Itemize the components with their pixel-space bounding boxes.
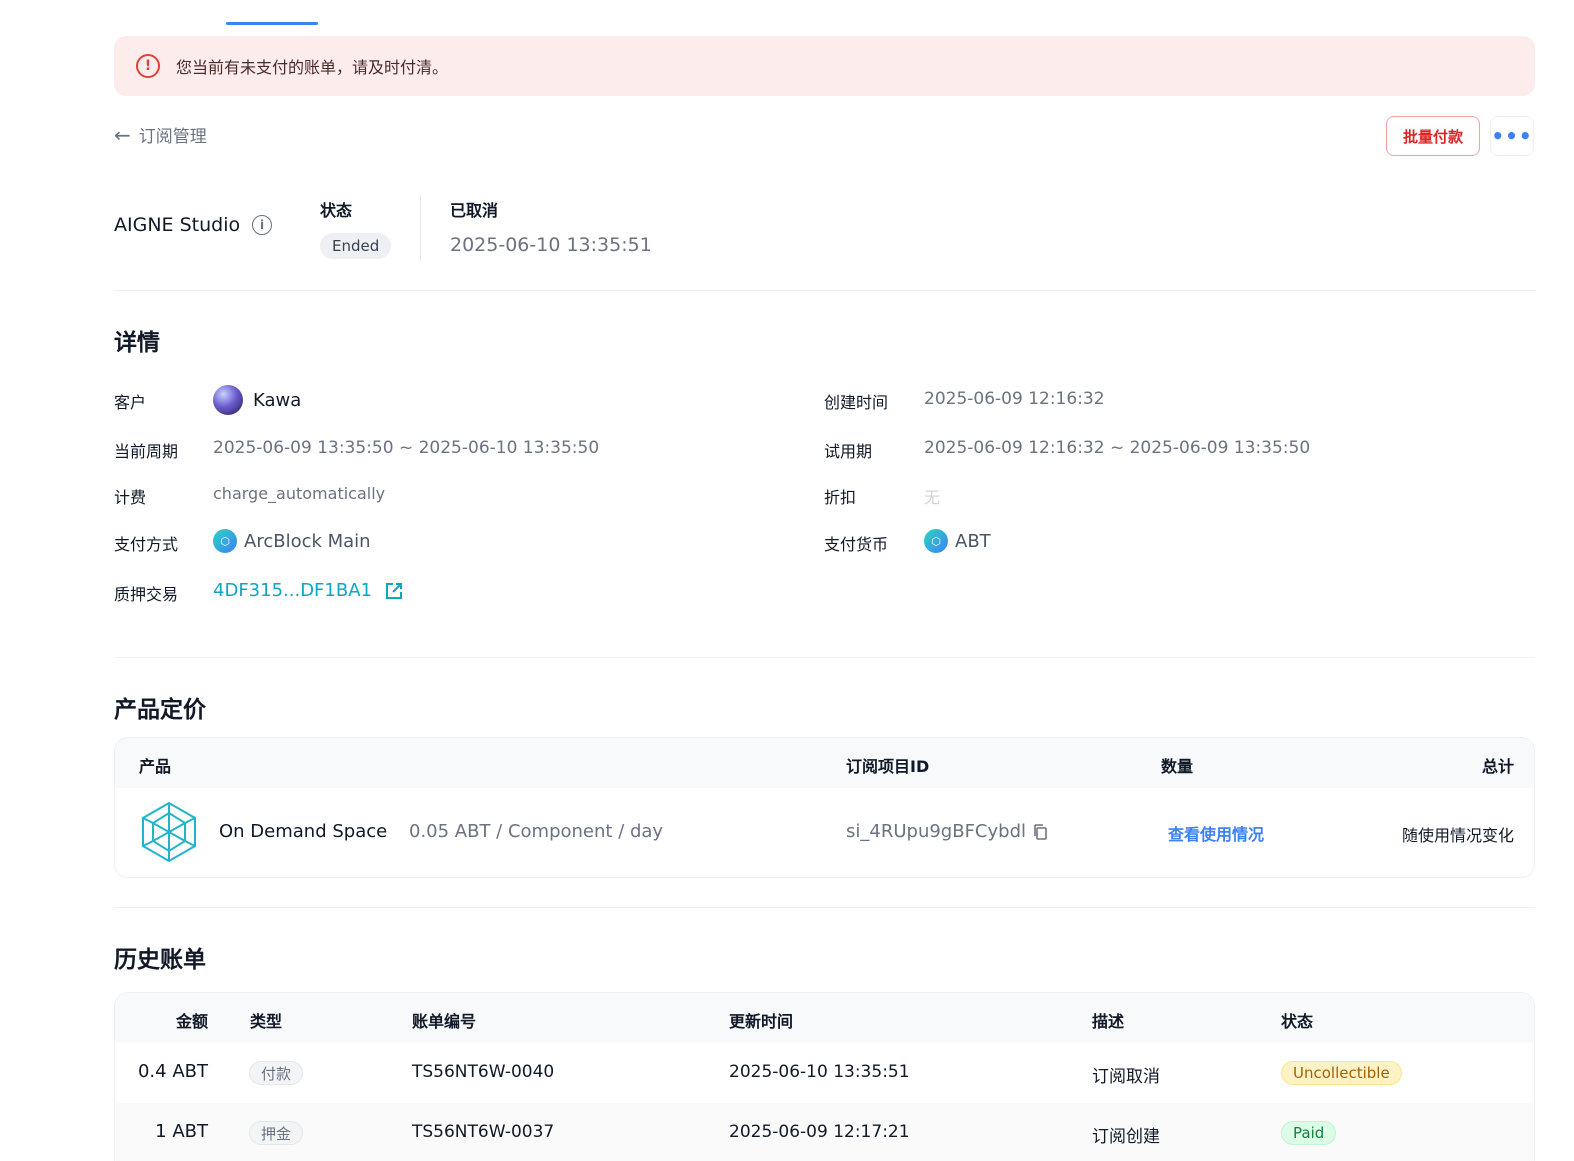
alert-circle-icon: ! <box>136 54 160 78</box>
status-badge: Paid <box>1281 1121 1337 1145</box>
type-badge: 付款 <box>249 1061 304 1085</box>
avatar <box>213 385 243 415</box>
cancelled-label: 已取消 <box>450 201 499 220</box>
invoices-title: 历史账单 <box>114 947 206 973</box>
active-tab-indicator <box>226 22 318 25</box>
created-value: 2025-06-09 12:16:32 <box>924 389 1105 409</box>
batch-pay-button[interactable]: 批量付款 <box>1386 116 1480 156</box>
amount-cell: 0.4 ABT <box>137 1061 208 1082</box>
created-label: 创建时间 <box>824 393 889 412</box>
back-link[interactable]: ← 订阅管理 <box>114 122 207 148</box>
currency-value: ⬡ ABT <box>924 529 991 553</box>
header-product: 产品 <box>139 757 172 776</box>
type-cell: 付款 <box>249 1061 304 1085</box>
abt-token-icon: ⬡ <box>924 529 948 553</box>
period-label: 当前周期 <box>114 442 179 461</box>
status-badge: Ended <box>320 233 392 259</box>
pricing-table: 产品 订阅项目ID 数量 总计 On Demand Space 0.05 ABT… <box>114 737 1535 878</box>
desc-cell: 订阅取消 <box>1092 1067 1160 1087</box>
unpaid-alert: ! 您当前有未支付的账单，请及时付清。 <box>114 36 1535 96</box>
type-badge: 押金 <box>249 1121 304 1145</box>
table-row[interactable]: 0.4 ABT 付款 TS56NT6W-0040 2025-06-10 13:3… <box>115 1043 1534 1103</box>
invoice-number-link[interactable]: TS56NT6W-0040 <box>412 1062 554 1082</box>
currency-name: ABT <box>955 530 991 552</box>
customer-label: 客户 <box>114 393 147 412</box>
customer-value[interactable]: Kawa <box>213 385 301 415</box>
discount-label: 折扣 <box>824 488 857 507</box>
header-number: 账单编号 <box>412 1012 477 1031</box>
pricing-title: 产品定价 <box>114 697 206 723</box>
arrow-left-icon: ← <box>114 122 131 147</box>
updated-cell: 2025-06-10 13:35:51 <box>729 1062 910 1082</box>
period-value: 2025-06-09 13:35:50 ~ 2025-06-10 13:35:5… <box>213 438 600 458</box>
status-cell: Uncollectible <box>1281 1061 1402 1085</box>
product-name: On Demand Space <box>219 821 388 842</box>
header-type: 类型 <box>250 1012 283 1031</box>
divider <box>114 290 1535 291</box>
item-id-cell: si_4RUpu9gBFCybdl <box>846 821 1048 842</box>
alert-text: 您当前有未支付的账单，请及时付清。 <box>176 58 449 77</box>
stake-tx-value: 4DF315...DF1BA1 <box>213 580 372 601</box>
details-title: 详情 <box>114 330 160 356</box>
desc-cell: 订阅创建 <box>1092 1127 1160 1147</box>
status-cell: Paid <box>1281 1121 1337 1145</box>
total-value: 随使用情况变化 <box>1401 826 1514 845</box>
copy-icon[interactable] <box>1032 823 1048 841</box>
info-icon[interactable]: i <box>252 215 273 235</box>
arcblock-icon: ⬡ <box>213 529 237 553</box>
header-total: 总计 <box>1481 757 1514 776</box>
more-options-button[interactable]: ••• <box>1490 116 1534 156</box>
external-link-icon <box>385 582 402 599</box>
invoice-number-link[interactable]: TS56NT6W-0037 <box>412 1122 554 1142</box>
table-row: On Demand Space 0.05 ABT / Component / d… <box>115 788 1534 877</box>
view-usage-link[interactable]: 查看使用情况 <box>1168 821 1264 845</box>
product-name: AIGNE Studio <box>114 214 241 236</box>
table-row[interactable]: 1 ABT 押金 TS56NT6W-0037 2025-06-09 12:17:… <box>115 1103 1534 1161</box>
back-label: 订阅管理 <box>138 127 207 147</box>
customer-name: Kawa <box>253 389 302 411</box>
billing-label: 计费 <box>114 488 147 507</box>
cancelled-time: 2025-06-10 13:35:51 <box>450 234 652 256</box>
divider <box>420 195 421 261</box>
payment-method-label: 支付方式 <box>114 535 179 554</box>
billing-value: charge_automatically <box>213 484 386 503</box>
invoices-table: 金额 类型 账单编号 更新时间 描述 状态 0.4 ABT 付款 TS56NT6… <box>114 992 1535 1161</box>
header-item-id: 订阅项目ID <box>846 757 930 776</box>
status-badge: Uncollectible <box>1281 1061 1402 1085</box>
currency-label: 支付货币 <box>824 535 889 554</box>
header-quantity: 数量 <box>1161 757 1194 776</box>
divider <box>114 657 1535 658</box>
payment-method-value: ⬡ ArcBlock Main <box>213 529 371 553</box>
product-title: AIGNE Studio i <box>114 214 273 236</box>
header-amount: 金额 <box>175 1012 208 1031</box>
item-id-value: si_4RUpu9gBFCybdl <box>846 821 1026 842</box>
table-header: 金额 类型 账单编号 更新时间 描述 状态 <box>115 993 1534 1043</box>
header-status: 状态 <box>1281 1012 1314 1031</box>
updated-cell: 2025-06-09 12:17:21 <box>729 1122 910 1142</box>
amount-cell: 1 ABT <box>155 1121 208 1142</box>
divider <box>114 907 1535 908</box>
trial-label: 试用期 <box>824 442 873 461</box>
type-cell: 押金 <box>249 1121 304 1145</box>
product-icon <box>142 801 196 863</box>
table-header: 产品 订阅项目ID 数量 总计 <box>115 738 1534 788</box>
status-label: 状态 <box>320 201 353 220</box>
product-price: 0.05 ABT / Component / day <box>409 821 664 842</box>
header-desc: 描述 <box>1092 1012 1125 1031</box>
trial-value: 2025-06-09 12:16:32 ~ 2025-06-09 13:35:5… <box>924 438 1311 458</box>
header-updated: 更新时间 <box>729 1012 794 1031</box>
discount-value: 无 <box>924 488 941 507</box>
payment-method-name: ArcBlock Main <box>244 530 371 552</box>
stake-label: 质押交易 <box>114 585 179 604</box>
stake-tx-link[interactable]: 4DF315...DF1BA1 <box>213 580 404 601</box>
